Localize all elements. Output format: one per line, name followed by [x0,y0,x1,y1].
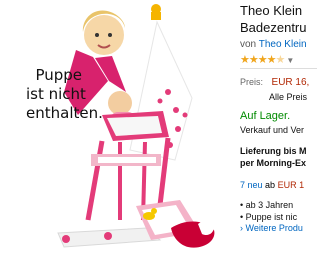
doll-not-included-caption: Puppe ist nicht enthalten. [26,66,103,123]
feature-bullet-text: Puppe ist nic [245,212,298,222]
new-offers-link[interactable]: 7 neu [240,180,263,190]
offer-price: EUR 1 [277,180,305,190]
caption-line-1: Puppe [35,66,82,84]
offer-listing[interactable]: 7 neu ab EUR 1 [240,180,304,190]
caption-line-3: enthalten. [26,104,103,122]
star-half-icon: ★ [275,54,286,66]
product-byline: von Theo Klein [240,39,307,50]
price-label: Preis: [240,77,264,87]
section-divider [240,68,317,69]
feature-bullets: • ab 3 Jahren • Puppe ist nic [240,199,297,223]
product-image[interactable]: Puppe ist nicht enthalten. [0,0,236,255]
more-products-text: Weitere Produ [245,223,303,233]
delivery-info-line-2: per Morning-Ex [240,158,307,168]
star-icon: ★ [248,54,259,66]
product-info-panel: Theo Klein Badezentru von Theo Klein ★★★… [240,0,317,255]
stock-status: Auf Lager. [240,110,291,122]
tax-note: Alle Preis [269,92,308,102]
price-row: Preis: EUR 16, [240,77,309,88]
brand-link[interactable]: Theo Klein [259,39,307,50]
product-title-line-1: Theo Klein [240,3,303,18]
feature-bullet-item: • Puppe ist nic [240,211,297,223]
rating-stars[interactable]: ★★★★★ ▼ [240,53,294,66]
seller-info: Verkauf und Ver [240,125,305,135]
price-value: EUR 16, [271,77,310,88]
delivery-info-line-1: Lieferung bis M [240,146,307,156]
feature-bullet-item: • ab 3 Jahren [240,199,297,211]
caption-line-2: ist nicht [26,85,86,103]
star-icon: ★ [240,54,250,66]
star-icon: ★ [257,54,268,66]
chevron-down-icon: ▼ [286,56,294,65]
offer-ab: ab [265,180,276,190]
product-title-line-2: Badezentru [240,20,307,35]
more-products-link[interactable]: › Weitere Produ [240,223,303,233]
feature-bullet-text: ab 3 Jahren [245,200,294,210]
byline-prefix: von [240,39,257,50]
star-icon: ★ [266,54,277,66]
product-photo [57,4,215,248]
